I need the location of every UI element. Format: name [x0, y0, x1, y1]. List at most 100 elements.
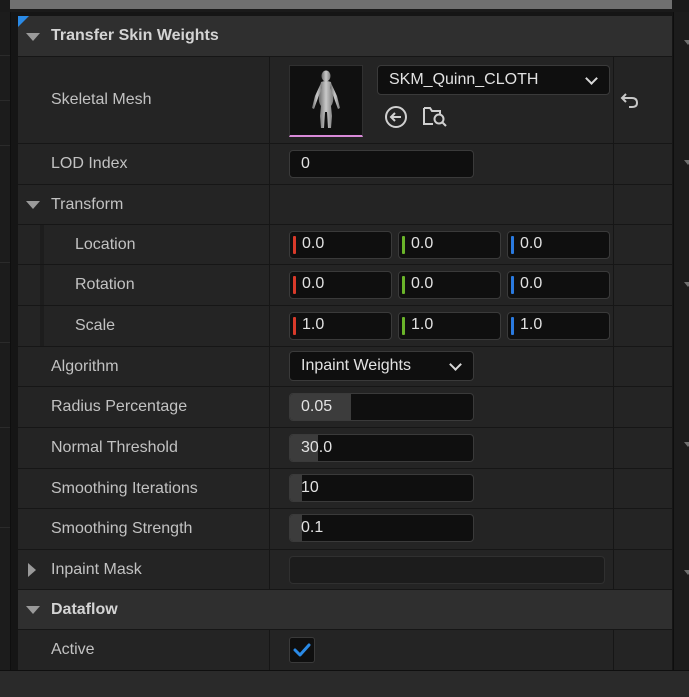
left-edge-divider	[0, 262, 10, 263]
inpaint-mask-field[interactable]	[289, 556, 605, 584]
horizontal-scrollbar-thumb[interactable]	[10, 0, 672, 9]
rotation-x-value: 0.0	[302, 275, 325, 292]
chevron-down-icon[interactable]	[684, 442, 689, 447]
mesh-thumbnail[interactable]	[289, 65, 363, 137]
smoothing-iterations-slider[interactable]: 10	[289, 474, 474, 502]
indent-guide	[40, 225, 44, 264]
property-row-radius-percentage: Radius Percentage 0.05	[18, 387, 672, 428]
column-divider	[613, 57, 614, 143]
location-y-value: 0.0	[411, 235, 434, 252]
x-axis-marker	[293, 276, 296, 294]
left-edge-divider	[0, 427, 10, 428]
rotation-y-value: 0.0	[411, 275, 434, 292]
x-axis-marker	[293, 236, 296, 254]
normal-threshold-slider[interactable]: 30.0	[289, 434, 474, 462]
scale-x-input[interactable]: 1.0	[289, 312, 392, 340]
section-title: Transfer Skin Weights	[51, 27, 219, 44]
column-divider	[613, 265, 614, 305]
chevron-down-icon[interactable]	[684, 40, 689, 45]
y-axis-marker	[402, 317, 405, 335]
column-divider[interactable]	[269, 265, 270, 305]
reset-to-default-icon[interactable]	[618, 88, 644, 114]
browse-asset-icon[interactable]	[421, 103, 447, 129]
indent-guide	[40, 265, 44, 305]
column-divider	[613, 428, 614, 468]
column-divider[interactable]	[269, 306, 270, 346]
chevron-down-icon[interactable]	[684, 570, 689, 575]
left-edge-divider	[0, 55, 10, 56]
property-row-smoothing-iterations: Smoothing Iterations 10	[18, 469, 672, 509]
location-x-input[interactable]: 0.0	[289, 231, 392, 259]
radius-percentage-slider[interactable]: 0.05	[289, 393, 474, 421]
left-edge-divider	[0, 527, 10, 528]
section-title: Dataflow	[51, 600, 118, 618]
column-divider[interactable]	[269, 347, 270, 386]
z-axis-marker	[511, 276, 514, 294]
column-divider[interactable]	[269, 387, 270, 427]
scale-x-value: 1.0	[302, 316, 325, 333]
property-label: Smoothing Strength	[51, 520, 193, 537]
algorithm-dropdown[interactable]: Inpaint Weights	[289, 351, 474, 381]
column-divider[interactable]	[269, 509, 270, 549]
column-divider	[613, 550, 614, 589]
smoothing-strength-slider[interactable]: 0.1	[289, 514, 474, 542]
rotation-x-input[interactable]: 0.0	[289, 271, 392, 299]
location-y-input[interactable]: 0.0	[398, 231, 501, 259]
algorithm-value: Inpaint Weights	[301, 357, 411, 374]
column-divider	[613, 509, 614, 549]
chevron-down-icon[interactable]	[684, 282, 689, 287]
column-divider[interactable]	[269, 428, 270, 468]
property-row-smoothing-strength: Smoothing Strength 0.1	[18, 509, 672, 550]
left-edge-divider	[0, 100, 10, 101]
collapsed-arrow-icon[interactable]	[28, 563, 36, 577]
rotation-y-input[interactable]: 0.0	[398, 271, 501, 299]
property-label: Normal Threshold	[51, 439, 178, 456]
column-divider	[613, 630, 614, 670]
window-top-bar	[0, 0, 689, 12]
rotation-z-input[interactable]: 0.0	[507, 271, 610, 299]
property-label: LOD Index	[51, 155, 128, 172]
column-divider	[613, 469, 614, 508]
checkmark-icon	[293, 643, 311, 657]
column-divider[interactable]	[269, 469, 270, 508]
expanded-arrow-icon[interactable]	[26, 606, 40, 614]
column-divider	[613, 225, 614, 264]
scale-z-input[interactable]: 1.0	[507, 312, 610, 340]
skeletal-mesh-value: SKM_Quinn_CLOTH	[389, 71, 539, 88]
y-axis-marker	[402, 276, 405, 294]
property-label: Transform	[51, 195, 124, 213]
bottom-bar	[0, 670, 689, 697]
normal-threshold-value: 30.0	[301, 439, 333, 456]
use-selected-arrow-icon[interactable]	[383, 104, 409, 130]
expanded-arrow-icon[interactable]	[26, 33, 40, 41]
scale-y-value: 1.0	[411, 316, 434, 333]
section-header-dataflow[interactable]: Dataflow	[18, 590, 672, 630]
property-label: Smoothing Iterations	[51, 479, 198, 497]
chevron-down-icon[interactable]	[684, 160, 689, 165]
chevron-down-icon	[585, 72, 598, 85]
expanded-arrow-icon[interactable]	[26, 201, 40, 209]
property-row-normal-threshold: Normal Threshold 30.0	[18, 428, 672, 469]
y-axis-marker	[402, 236, 405, 254]
column-divider[interactable]	[269, 225, 270, 264]
column-divider[interactable]	[269, 144, 270, 184]
column-divider[interactable]	[269, 630, 270, 670]
property-label: Inpaint Mask	[51, 560, 142, 578]
property-row-transform[interactable]: Transform	[18, 185, 672, 225]
column-divider[interactable]	[269, 550, 270, 589]
mannequin-icon	[312, 70, 340, 128]
radius-percentage-value: 0.05	[301, 398, 333, 415]
property-row-rotation: Rotation 0.0 0.0 0.0	[18, 265, 672, 306]
column-divider[interactable]	[269, 185, 270, 224]
property-row-inpaint-mask[interactable]: Inpaint Mask	[18, 550, 672, 590]
column-divider[interactable]	[269, 57, 270, 143]
location-z-input[interactable]: 0.0	[507, 231, 610, 259]
location-x-value: 0.0	[302, 235, 325, 252]
lod-index-input[interactable]: 0	[289, 150, 474, 178]
section-header-transfer-skin-weights[interactable]: Transfer Skin Weights	[18, 16, 672, 57]
property-row-scale: Scale 1.0 1.0 1.0	[18, 306, 672, 347]
skeletal-mesh-dropdown[interactable]: SKM_Quinn_CLOTH	[377, 65, 610, 95]
active-checkbox[interactable]	[289, 637, 315, 663]
scale-y-input[interactable]: 1.0	[398, 312, 501, 340]
property-label: Radius Percentage	[51, 398, 188, 415]
